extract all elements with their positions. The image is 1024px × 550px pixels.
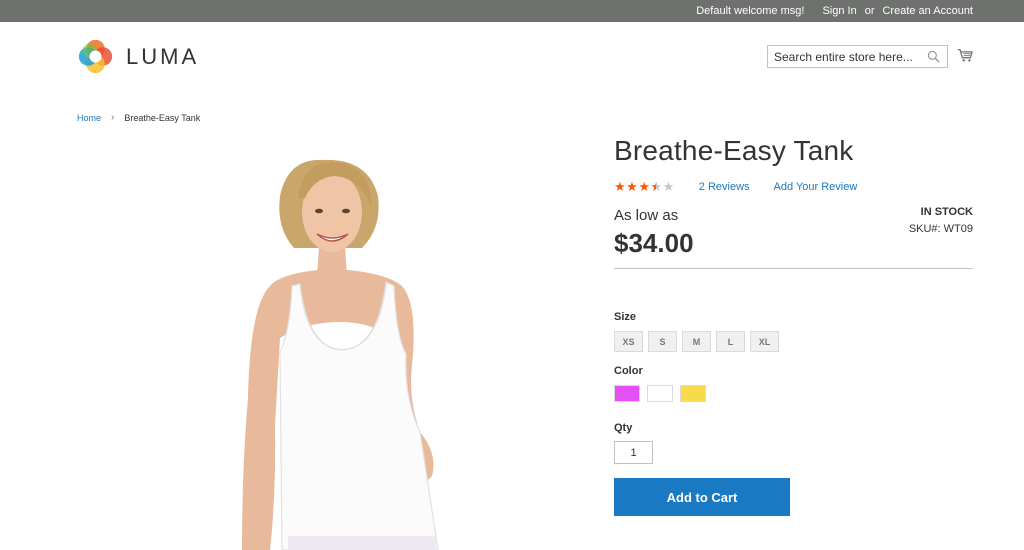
color-options bbox=[614, 385, 713, 402]
product-rating: ★ ★ ★ ★ ★ 2 Reviews Add Your Review bbox=[614, 180, 857, 193]
divider bbox=[614, 268, 973, 269]
star-icon: ★ bbox=[626, 179, 638, 194]
create-account-link[interactable]: Create an Account bbox=[882, 5, 973, 17]
size-option-l[interactable]: L bbox=[716, 331, 745, 352]
star-icon: ★ bbox=[638, 179, 650, 194]
stock-status: IN STOCK bbox=[920, 206, 973, 218]
logo-wordmark: LUMA bbox=[126, 43, 200, 69]
search-input[interactable] bbox=[768, 46, 918, 67]
color-swatch-white[interactable] bbox=[647, 385, 673, 402]
qty-input[interactable] bbox=[614, 441, 653, 464]
qty-label: Qty bbox=[614, 422, 633, 434]
size-label: Size bbox=[614, 311, 637, 323]
welcome-message: Default welcome msg! bbox=[696, 5, 805, 17]
breadcrumb-separator: › bbox=[111, 112, 115, 123]
luma-logo-icon bbox=[78, 39, 113, 74]
color-swatch-yellow[interactable] bbox=[680, 385, 706, 402]
price-prefix: As low as bbox=[614, 207, 679, 224]
star-icon: ★ bbox=[662, 179, 675, 194]
product-image[interactable] bbox=[120, 136, 520, 550]
top-bar: Default welcome msg! Sign In or Create a… bbox=[0, 0, 1024, 22]
search-box[interactable] bbox=[767, 45, 948, 68]
product-sku: SKU#: WT09 bbox=[908, 223, 973, 235]
color-label: Color bbox=[614, 365, 643, 377]
breadcrumb-home[interactable]: Home bbox=[77, 113, 101, 123]
add-to-cart-button[interactable]: Add to Cart bbox=[614, 478, 790, 516]
reviews-link[interactable]: 2 Reviews bbox=[699, 181, 750, 193]
breadcrumb-current: Breathe-Easy Tank bbox=[124, 112, 201, 123]
product-price: $34.00 bbox=[614, 228, 694, 258]
star-icon: ★ bbox=[650, 179, 663, 194]
product-photo bbox=[120, 136, 520, 550]
color-swatch-purple[interactable] bbox=[614, 385, 640, 402]
breadcrumb: Home › Breathe-Easy Tank bbox=[77, 112, 200, 123]
size-option-m[interactable]: M bbox=[682, 331, 711, 352]
product-title: Breathe-Easy Tank bbox=[614, 135, 854, 166]
cart-icon[interactable] bbox=[957, 47, 973, 63]
sign-in-link[interactable]: Sign In bbox=[822, 5, 856, 17]
size-option-s[interactable]: S bbox=[648, 331, 677, 352]
search-icon[interactable] bbox=[927, 50, 940, 63]
star-icon: ★ bbox=[614, 179, 626, 194]
rating-stars: ★ ★ ★ ★ ★ bbox=[614, 180, 675, 193]
size-options: XS S M L XL bbox=[614, 331, 784, 352]
size-option-xs[interactable]: XS bbox=[614, 331, 643, 352]
luma-logo[interactable]: LUMA bbox=[77, 38, 199, 75]
header-links: Default welcome msg! Sign In or Create a… bbox=[688, 0, 973, 22]
add-review-link[interactable]: Add Your Review bbox=[774, 181, 858, 193]
size-option-xl[interactable]: XL bbox=[750, 331, 779, 352]
or-text: or bbox=[864, 5, 875, 17]
